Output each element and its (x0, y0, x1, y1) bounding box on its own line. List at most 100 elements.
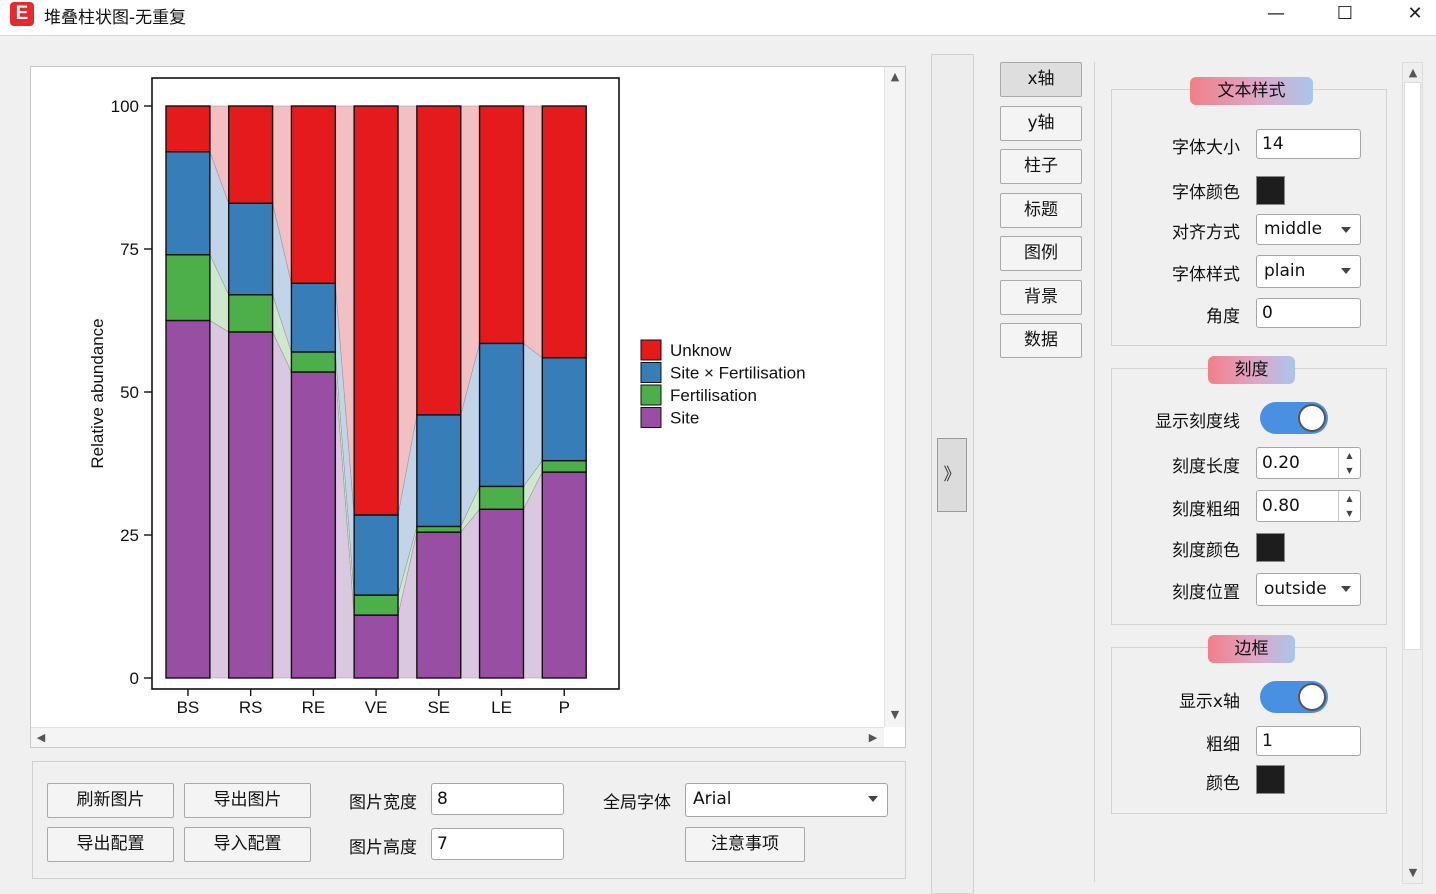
image-height-input[interactable]: 7 (431, 828, 564, 860)
spin-buttons[interactable]: ▲ ▼ (1338, 491, 1360, 521)
export-image-button[interactable]: 导出图片 (184, 783, 311, 818)
y-tick-label: 0 (130, 669, 139, 688)
expand-panel-button[interactable]: 》 (937, 438, 967, 512)
show-ticks-toggle[interactable] (1260, 402, 1328, 434)
import-config-button[interactable]: 导入配置 (184, 827, 311, 862)
tick-color-swatch[interactable] (1256, 533, 1285, 562)
bar-segment (353, 614, 399, 679)
border-color-label: 颜色 (1206, 774, 1240, 794)
scroll-down-arrow-icon[interactable]: ▼ (1403, 863, 1423, 883)
nav-legend-button[interactable]: 图例 (1000, 236, 1082, 271)
align-label: 对齐方式 (1172, 223, 1240, 243)
align-select[interactable]: middle (1256, 214, 1361, 245)
font-color-label: 字体颜色 (1172, 183, 1240, 203)
x-tick-label: RS (239, 698, 263, 717)
app-logo-icon: E (10, 2, 34, 26)
spin-down-icon[interactable]: ▼ (1339, 463, 1360, 478)
nav-data-button[interactable]: 数据 (1000, 323, 1082, 358)
legend-key (640, 407, 662, 428)
tick-position-label: 刻度位置 (1172, 583, 1240, 603)
y-tick-label: 100 (111, 97, 139, 116)
nav-x-axis-button[interactable]: x轴 (1000, 62, 1082, 97)
tick-thickness-spinbox[interactable]: 0.80 ▲ ▼ (1256, 490, 1361, 522)
legend-key (640, 339, 662, 361)
toggle-knob (1298, 404, 1326, 432)
bar-segment (165, 254, 211, 322)
scroll-up-arrow-icon[interactable]: ▲ (885, 67, 905, 87)
global-font-value: Arial (693, 789, 732, 809)
border-thickness-input[interactable]: 1 (1256, 726, 1361, 756)
tick-position-select[interactable]: outside (1256, 573, 1361, 606)
export-config-button[interactable]: 导出配置 (47, 827, 174, 862)
scroll-up-arrow-icon[interactable]: ▲ (1403, 63, 1423, 83)
x-tick-label: BS (177, 698, 200, 717)
bar-segment (228, 202, 274, 296)
spin-buttons[interactable]: ▲ ▼ (1338, 448, 1360, 478)
bar-segment (290, 105, 337, 285)
global-font-label: 全局字体 (603, 793, 671, 813)
scroll-down-arrow-icon[interactable]: ▼ (885, 705, 905, 725)
refresh-image-button[interactable]: 刷新图片 (47, 783, 174, 818)
bar-segment (165, 151, 211, 256)
ticks-title: 刻度 (1208, 356, 1295, 384)
border-thickness-label: 粗细 (1206, 735, 1240, 755)
bar-segment (353, 514, 399, 596)
notes-button[interactable]: 注意事项 (685, 827, 805, 862)
y-axis-label: Relative abundance (88, 318, 107, 468)
toggle-knob (1298, 683, 1326, 711)
flow-band (209, 319, 230, 679)
border-color-swatch[interactable] (1256, 765, 1285, 794)
border-title: 边框 (1208, 635, 1295, 663)
angle-input[interactable]: 0 (1256, 298, 1361, 328)
font-size-label: 字体大小 (1172, 138, 1240, 158)
y-tick-label: 50 (120, 383, 139, 402)
font-size-input[interactable]: 14 (1256, 129, 1361, 159)
bar-segment (353, 594, 399, 616)
image-width-input[interactable]: 8 (431, 783, 564, 815)
bar-segment (228, 331, 274, 679)
close-button[interactable]: ✕ (1392, 0, 1436, 30)
chevron-down-icon (1341, 227, 1351, 233)
flow-band (272, 331, 292, 679)
legend-entry: Unknow (670, 341, 732, 360)
legend-entry: Fertilisation (670, 386, 757, 405)
bar-segment (228, 105, 274, 204)
legend-key (640, 384, 662, 406)
image-width-label: 图片宽度 (349, 793, 417, 813)
tick-color-label: 刻度颜色 (1172, 541, 1240, 561)
window-title: 堆叠柱状图-无重复 (44, 8, 187, 28)
x-tick-label: VE (365, 698, 388, 717)
settings-scrollbar-thumb[interactable] (1404, 82, 1421, 650)
flow-band (460, 508, 480, 679)
spin-up-icon[interactable]: ▲ (1339, 491, 1360, 506)
text-style-title: 文本样式 (1190, 77, 1313, 105)
nav-y-axis-button[interactable]: y轴 (1000, 106, 1082, 141)
y-tick-label: 25 (120, 526, 139, 545)
plot-vertical-scrollbar[interactable]: ▲ ▼ (884, 67, 905, 727)
nav-title-button[interactable]: 标题 (1000, 193, 1082, 228)
font-style-value: plain (1264, 261, 1306, 281)
nav-bars-button[interactable]: 柱子 (1000, 149, 1082, 184)
show-x-axis-toggle[interactable] (1260, 681, 1328, 713)
bar-segment (541, 105, 587, 359)
tick-length-spinbox[interactable]: 0.20 ▲ ▼ (1256, 447, 1361, 479)
scroll-right-arrow-icon[interactable]: ▶ (863, 728, 883, 748)
spin-down-icon[interactable]: ▼ (1339, 506, 1360, 521)
minimize-button[interactable]: — (1253, 0, 1299, 30)
maximize-button[interactable]: ☐ (1322, 0, 1368, 30)
font-color-swatch[interactable] (1256, 176, 1285, 205)
image-height-label: 图片高度 (349, 838, 417, 858)
bar-segment (165, 105, 211, 153)
global-font-select[interactable]: Arial (685, 783, 888, 817)
bar-segment (541, 471, 587, 679)
font-style-select[interactable]: plain (1256, 255, 1361, 288)
tick-length-value: 0.20 (1262, 453, 1300, 473)
legend-key (640, 362, 662, 383)
plot-horizontal-scrollbar[interactable]: ◀ ▶ (31, 727, 884, 747)
nav-background-button[interactable]: 背景 (1000, 280, 1082, 315)
bar-segment (290, 371, 337, 679)
tick-length-label: 刻度长度 (1172, 457, 1240, 477)
spin-up-icon[interactable]: ▲ (1339, 448, 1360, 463)
scroll-left-arrow-icon[interactable]: ◀ (31, 728, 51, 748)
show-x-axis-label: 显示x轴 (1178, 692, 1240, 712)
